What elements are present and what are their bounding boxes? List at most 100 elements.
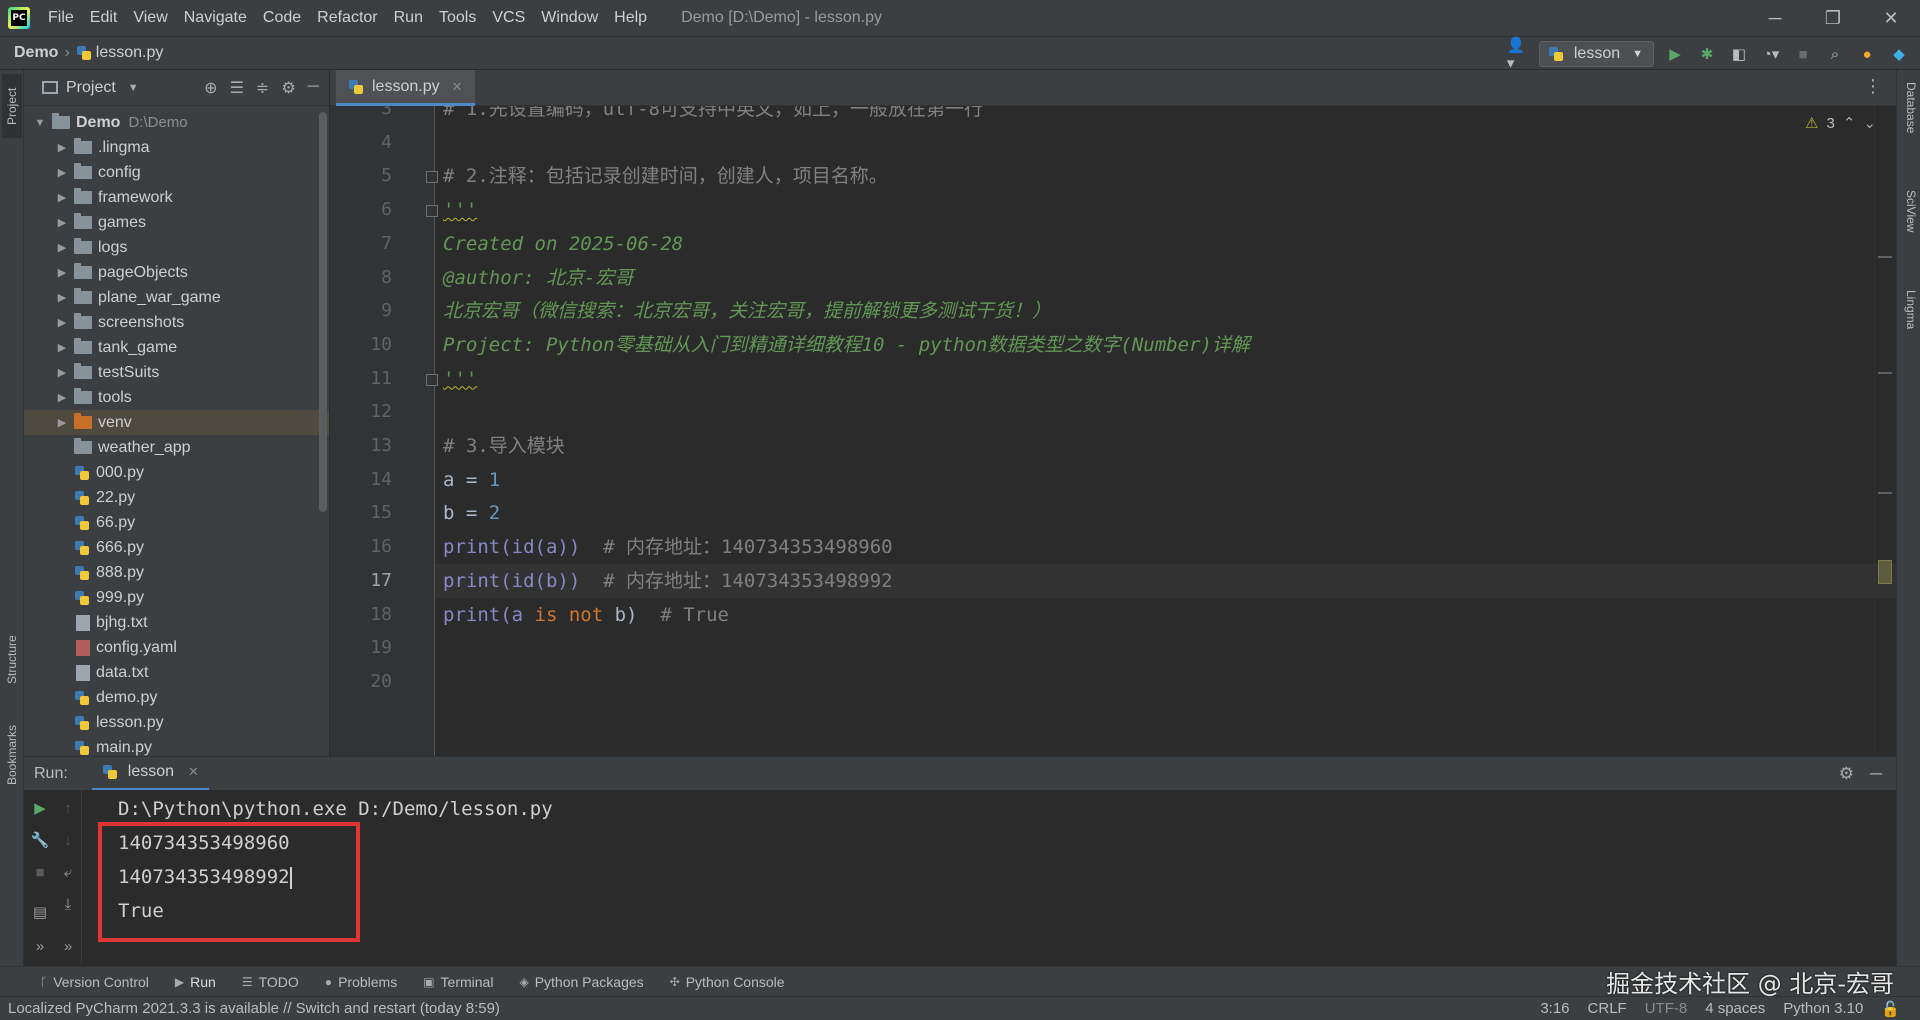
breadcrumb-file[interactable]: lesson.py bbox=[96, 44, 164, 62]
tree-file[interactable]: 999.py bbox=[24, 585, 329, 610]
project-panel-title[interactable]: Project bbox=[66, 79, 116, 97]
close-window-icon[interactable]: ✕ bbox=[1862, 0, 1920, 36]
chevron-right-icon[interactable]: ▶ bbox=[54, 241, 70, 254]
python-interpreter[interactable]: Python 3.10 bbox=[1783, 1000, 1863, 1018]
hide-icon[interactable]: ─ bbox=[1870, 764, 1882, 784]
indent-setting[interactable]: 4 spaces bbox=[1705, 1000, 1765, 1018]
minimize-icon[interactable]: ─ bbox=[1746, 0, 1804, 36]
tree-folder[interactable]: ▶ games bbox=[24, 210, 329, 235]
code-line[interactable]: ''' bbox=[443, 365, 477, 393]
update-icon[interactable]: ● bbox=[1856, 43, 1878, 65]
fold-icon[interactable] bbox=[426, 171, 438, 184]
collapse-all-icon[interactable]: ≑ bbox=[256, 78, 269, 98]
code-line[interactable]: b = 2 bbox=[443, 499, 500, 527]
stop-icon[interactable]: ■ bbox=[1792, 43, 1814, 65]
file-encoding[interactable]: UTF-8 bbox=[1645, 1000, 1688, 1018]
tree-file[interactable]: 66.py bbox=[24, 510, 329, 535]
tab-project-tool[interactable]: Project bbox=[2, 74, 22, 138]
chevron-right-icon[interactable]: ▶ bbox=[54, 391, 70, 404]
chevron-right-icon[interactable]: ▶ bbox=[54, 316, 70, 329]
editor-scrollbar[interactable] bbox=[1874, 106, 1896, 756]
menu-code[interactable]: Code bbox=[255, 0, 309, 36]
menu-navigate[interactable]: Navigate bbox=[176, 0, 255, 36]
stop-icon[interactable]: ■ bbox=[30, 862, 50, 882]
tree-file[interactable]: 22.py bbox=[24, 485, 329, 510]
code-line[interactable]: # 1.先设置编码，utf-8可支持中英文，如上，一般放在第一行 bbox=[443, 106, 983, 123]
tree-file[interactable]: data.txt bbox=[24, 660, 329, 685]
breadcrumb-project[interactable]: Demo bbox=[14, 44, 58, 62]
code-line[interactable]: 北京宏哥（微信搜索：北京宏哥，关注宏哥，提前解锁更多测试干货！） bbox=[443, 297, 1051, 325]
menu-refactor[interactable]: Refactor bbox=[309, 0, 385, 36]
tab-python-packages[interactable]: ◈ Python Packages bbox=[519, 974, 643, 990]
tree-file[interactable]: lesson.py bbox=[24, 710, 329, 735]
debug-icon[interactable]: ✱ bbox=[1696, 43, 1718, 65]
tree-folder[interactable]: ▶ tank_game bbox=[24, 335, 329, 360]
tab-terminal[interactable]: ▣ Terminal bbox=[423, 974, 493, 990]
fold-icon[interactable] bbox=[426, 205, 438, 218]
search-icon[interactable]: ⌕ bbox=[1824, 43, 1846, 65]
tab-sciview-tool[interactable]: SciView bbox=[1900, 190, 1918, 232]
arrow-down-icon[interactable]: ↓ bbox=[58, 830, 78, 850]
caret-position[interactable]: 3:16 bbox=[1540, 1000, 1569, 1018]
tree-file[interactable]: bjhg.txt bbox=[24, 610, 329, 635]
code-line[interactable]: print(id(a)) # 内存地址：140734353498960 bbox=[443, 533, 893, 561]
chevron-right-icon[interactable]: ▶ bbox=[54, 191, 70, 204]
tree-folder[interactable]: ▶ logs bbox=[24, 235, 329, 260]
menu-file[interactable]: File bbox=[40, 0, 82, 36]
run-icon[interactable]: ▶ bbox=[1664, 43, 1686, 65]
tree-file[interactable]: 666.py bbox=[24, 535, 329, 560]
tree-file[interactable]: 000.py bbox=[24, 460, 329, 485]
tab-bookmarks-tool[interactable]: Bookmarks bbox=[2, 710, 22, 800]
tree-folder[interactable]: ▶ testSuits bbox=[24, 360, 329, 385]
code-line[interactable]: Created on 2025-06-28 bbox=[443, 230, 683, 258]
menu-run[interactable]: Run bbox=[386, 0, 431, 36]
inspections-widget[interactable]: ⚠ 3 ⌃ ⌄ bbox=[1805, 114, 1876, 133]
tab-lingma-tool[interactable]: Lingma bbox=[1900, 290, 1918, 329]
tab-python-console[interactable]: ✣ Python Console bbox=[670, 974, 785, 990]
rerun-icon[interactable]: ▶ bbox=[30, 798, 50, 818]
menu-window[interactable]: Window bbox=[533, 0, 606, 36]
code-line[interactable]: print(a is not b) # True bbox=[443, 601, 729, 629]
chevron-right-icon[interactable]: ▶ bbox=[54, 416, 70, 429]
tab-version-control[interactable]: ᚴ Version Control bbox=[40, 974, 149, 990]
chevron-down-icon[interactable]: ▼ bbox=[32, 117, 48, 129]
wrench-icon[interactable]: 🔧 bbox=[30, 830, 50, 850]
code-line[interactable]: a = 1 bbox=[443, 466, 500, 494]
tab-todo[interactable]: ☰ TODO bbox=[242, 974, 299, 990]
locate-icon[interactable]: ⊕ bbox=[204, 78, 217, 98]
code-line[interactable]: Project: Python零基础从入门到精通详细教程10 - python数… bbox=[443, 331, 1250, 359]
gear-icon[interactable]: ⚙ bbox=[1839, 764, 1854, 784]
tree-folder[interactable]: ▶ plane_war_game bbox=[24, 285, 329, 310]
expand-all-icon[interactable]: ☰ bbox=[230, 78, 244, 98]
chevron-up-icon[interactable]: ⌃ bbox=[1843, 114, 1856, 132]
chevron-right-icon[interactable]: ▶ bbox=[54, 266, 70, 279]
chevron-right-icon[interactable]: ▶ bbox=[54, 366, 70, 379]
code-editor[interactable]: 3 4 5 6 7 8 9 10 11 12 13 14 15 16 17 18 19 20 # 1.先设置编码，… bbox=[330, 106, 1896, 756]
layout-icon[interactable]: ▤ bbox=[30, 902, 50, 922]
more-icon[interactable]: ⋮ bbox=[1864, 76, 1882, 97]
line-separator[interactable]: CRLF bbox=[1588, 1000, 1627, 1018]
tab-database-tool[interactable]: Database bbox=[1900, 82, 1918, 133]
tab-lesson-py[interactable]: lesson.py ✕ bbox=[336, 70, 475, 106]
menu-edit[interactable]: Edit bbox=[82, 0, 126, 36]
code-line[interactable]: # 3.导入模块 bbox=[443, 432, 565, 460]
arrow-up-icon[interactable]: ↑ bbox=[58, 798, 78, 818]
run-config-select[interactable]: lesson ▼ bbox=[1538, 41, 1654, 67]
close-icon[interactable]: ✕ bbox=[188, 764, 199, 780]
menu-vcs[interactable]: VCS bbox=[484, 0, 533, 36]
profile-icon[interactable]: ◔▾ bbox=[1760, 43, 1782, 65]
tree-folder[interactable]: ▶ pageObjects bbox=[24, 260, 329, 285]
code-line[interactable]: print(id(b)) # 内存地址：140734353498992 bbox=[443, 567, 893, 595]
tree-file[interactable]: 888.py bbox=[24, 560, 329, 585]
tree-folder[interactable]: ▶ screenshots bbox=[24, 310, 329, 335]
tree-file[interactable]: config.yaml bbox=[24, 635, 329, 660]
chevron-right-icon[interactable]: ▶ bbox=[54, 141, 70, 154]
tab-problems[interactable]: ● Problems bbox=[325, 974, 397, 990]
chevron-right-icon[interactable]: ▶ bbox=[54, 291, 70, 304]
menu-tools[interactable]: Tools bbox=[431, 0, 484, 36]
run-tab-lesson[interactable]: lesson ✕ bbox=[91, 757, 209, 791]
user-icon[interactable]: 👤▾ bbox=[1507, 37, 1529, 72]
plugin-icon[interactable]: ◆ bbox=[1888, 43, 1910, 65]
tree-folder[interactable]: ▶ config bbox=[24, 160, 329, 185]
status-message[interactable]: Localized PyCharm 2021.3.3 is available … bbox=[0, 1000, 500, 1017]
